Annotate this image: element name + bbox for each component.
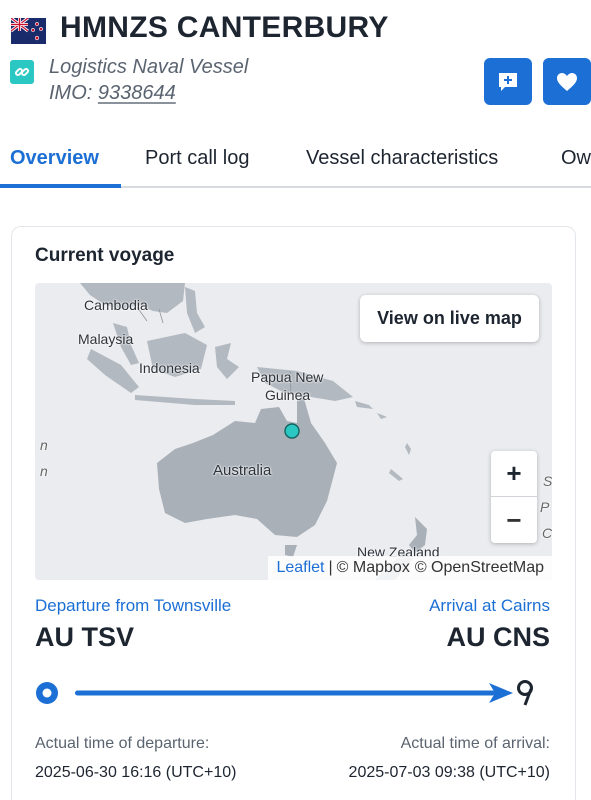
vessel-type: Logistics Naval Vessel [49,56,249,78]
imo-line: IMO: 9338644 [49,82,176,105]
departure-port-code: AU TSV [35,622,135,652]
osm-attribution[interactable]: © OpenStreetMap [415,559,544,577]
imo-label: IMO: [49,82,93,104]
heart-icon [557,72,577,91]
map-label-png-1: Papua New [251,369,324,385]
arrival-port-label[interactable]: Arrival at Cairns [429,596,550,616]
favorite-button[interactable] [543,58,591,105]
leaflet-link[interactable]: Leaflet [276,559,324,577]
view-live-map-button[interactable]: View on live map [360,295,539,342]
arrival-pin-icon [517,680,533,706]
map-attribution: Leaflet | © Mapbox © OpenStreetMap [268,556,552,580]
map-edge-label-4: P [540,499,550,515]
departure-port-label[interactable]: Departure from Townsville [35,596,231,616]
map-edge-label-3: S [543,473,552,489]
vessel-header: HMNZS CANTERBURY Logistics Naval Vessel … [0,0,591,125]
departure-time: 2025-06-30 16:16 (UTC+10) [35,764,237,781]
active-tab-indicator [0,184,121,188]
map-label-png-2: Guinea [265,387,311,403]
map-edge-label-2: n [40,463,48,479]
imo-value[interactable]: 9338644 [98,82,176,104]
zoom-in-button[interactable]: + [491,451,537,497]
progress-track [75,690,495,696]
map-label-australia: Australia [213,462,272,479]
card-title: Current voyage [35,245,175,266]
zoom-control: + − [491,451,537,543]
new-zealand-flag-icon [11,18,46,44]
map-label-indonesia: Indonesia [139,360,200,376]
vessel-name: HMNZS CANTERBURY [60,11,389,44]
tab-overview[interactable]: Overview [10,147,99,170]
map-edge-label-5: C [542,525,552,541]
current-voyage-card: Current voyage Cambodia Malaysia Indones… [11,226,576,800]
mapbox-attribution[interactable]: © Mapbox [337,559,410,577]
arrival-time-label: Actual time of arrival: [400,735,550,752]
zoom-out-button[interactable]: − [491,497,537,543]
arrival-time: 2025-07-03 09:38 (UTC+10) [348,764,550,781]
tab-ownership[interactable]: Ow [561,147,591,170]
departure-time-label: Actual time of departure: [35,735,210,752]
voyage-map[interactable]: Cambodia Malaysia Indonesia Papua New Gu… [35,283,552,580]
link-icon[interactable] [10,60,34,84]
add-note-icon [499,72,517,91]
tab-port-call-log[interactable]: Port call log [145,147,250,170]
map-label-malaysia: Malaysia [78,331,134,347]
arrival-port-code: AU CNS [446,622,550,652]
tab-vessel-characteristics[interactable]: Vessel characteristics [306,147,498,170]
map-edge-label-1: n [40,437,48,453]
map-label-cambodia: Cambodia [84,297,148,313]
voyage-progress-bar [36,680,533,706]
tab-bar: Overview Port call log Vessel characteri… [0,130,591,188]
attribution-separator: | [328,559,333,576]
add-note-button[interactable] [484,58,532,105]
